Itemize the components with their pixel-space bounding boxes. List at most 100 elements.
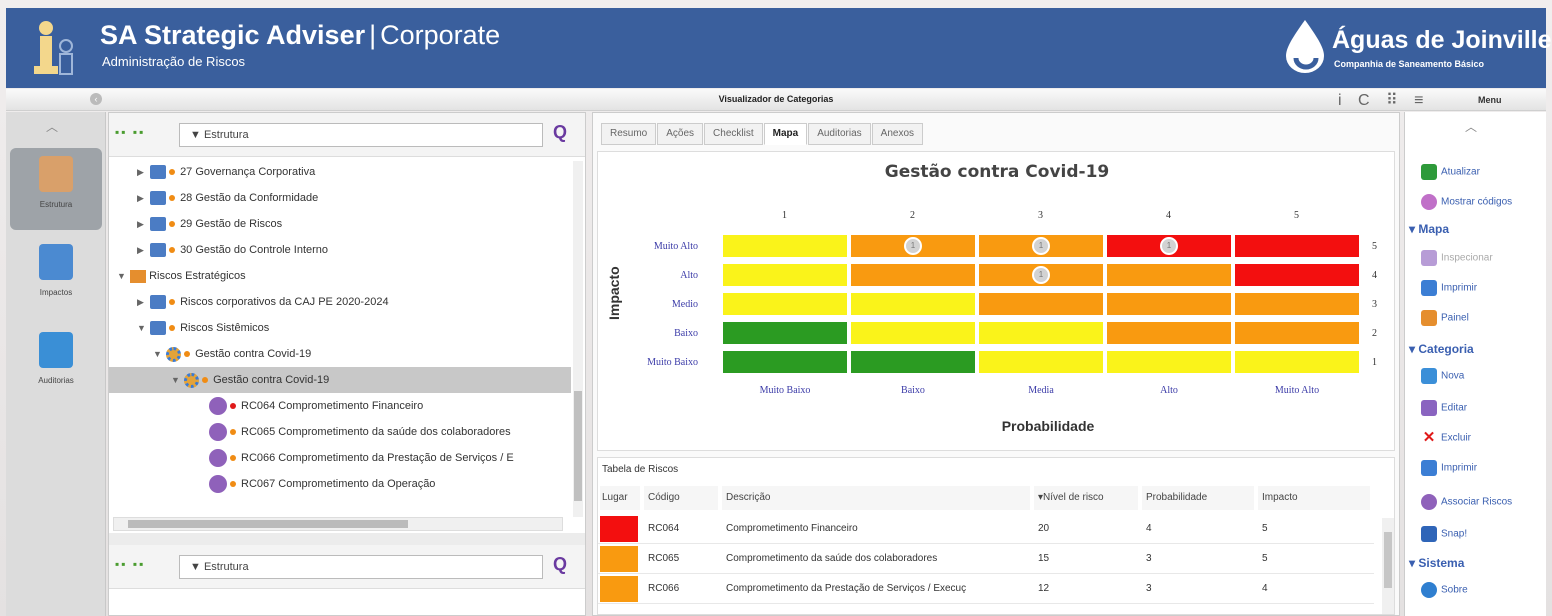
- heatmap-cell[interactable]: [1234, 321, 1360, 345]
- scroll-up-icon[interactable]: ︿: [46, 118, 58, 135]
- menu-imprimir-mapa[interactable]: Imprimir: [1421, 280, 1477, 296]
- tree-item-label: Riscos Estratégicos: [149, 270, 246, 282]
- menu-inspecionar[interactable]: Inspecionar: [1421, 250, 1493, 266]
- y-category-label: Medio: [671, 299, 698, 310]
- scroll-up-icon[interactable]: ︿: [1465, 118, 1477, 135]
- tree-horizontal-scrollbar[interactable]: [113, 517, 563, 531]
- cell-risk-level: 12: [1038, 583, 1050, 594]
- search-icon[interactable]: Q: [553, 554, 567, 575]
- tree-item-selected[interactable]: ▼ Gestão contra Covid-19: [109, 367, 571, 393]
- structure-select[interactable]: ▼ Estrutura: [179, 555, 543, 579]
- heatmap-cell[interactable]: [850, 263, 976, 287]
- bar-tool-icons[interactable]: i C ⠿ ≡: [1338, 90, 1430, 110]
- table-row[interactable]: RC066 Comprometimento da Prestação de Se…: [598, 574, 1374, 604]
- menu-nova[interactable]: Nova: [1421, 368, 1464, 384]
- tree-item[interactable]: RC064 Comprometimento Financeiro: [109, 393, 571, 419]
- menu-imprimir-categoria[interactable]: Imprimir: [1421, 460, 1477, 476]
- menu-section-label: Sistema: [1418, 556, 1465, 570]
- search-icon[interactable]: Q: [553, 122, 567, 143]
- tree-item[interactable]: RC066 Comprometimento da Prestação de Se…: [109, 445, 571, 471]
- risk-count-bubble[interactable]: 1: [904, 237, 922, 255]
- heatmap-cell[interactable]: [1106, 321, 1232, 345]
- x-category-label: Muito Baixo: [759, 385, 811, 396]
- menu-excluir[interactable]: ✕ Excluir: [1421, 430, 1471, 446]
- app-title-text: SA Strategic Adviser: [100, 20, 366, 50]
- menu-painel[interactable]: Painel: [1421, 310, 1469, 326]
- tree-item[interactable]: ▼ Riscos Sistêmicos: [109, 315, 571, 341]
- tree-item[interactable]: ▼ Riscos Estratégicos: [109, 263, 571, 289]
- tree-item[interactable]: ▶ 28 Gestão da Conformidade: [109, 185, 571, 211]
- building-icon: [150, 243, 167, 258]
- tab-anexos[interactable]: Anexos: [871, 123, 924, 145]
- menu-label[interactable]: Menu: [1478, 95, 1502, 105]
- heatmap-cell[interactable]: [1106, 263, 1232, 287]
- table-row[interactable]: RC065 Comprometimento da saúde dos colab…: [598, 544, 1374, 574]
- tree-item[interactable]: ▶ Riscos corporativos da CAJ PE 2020-202…: [109, 289, 571, 315]
- col-header-probabilidade[interactable]: Probabilidade: [1142, 486, 1254, 510]
- tab-acoes[interactable]: Ações: [657, 123, 704, 145]
- heatmap-cell[interactable]: [978, 292, 1104, 316]
- scroll-thumb[interactable]: [1384, 532, 1392, 588]
- tree-expand-icons[interactable]: ▪▪ ▪▪: [115, 557, 145, 571]
- menu-editar[interactable]: Editar: [1421, 400, 1467, 416]
- heatmap-cell[interactable]: [1234, 234, 1360, 258]
- tab-resumo[interactable]: Resumo: [601, 123, 657, 145]
- col-header-codigo[interactable]: Código: [644, 486, 718, 510]
- risk-count-bubble[interactable]: 1: [1032, 237, 1050, 255]
- risk-count-bubble[interactable]: 1: [1032, 266, 1050, 284]
- heatmap-cell[interactable]: [722, 321, 848, 345]
- heatmap-cell[interactable]: [722, 263, 848, 287]
- pane-splitter[interactable]: [109, 533, 585, 545]
- col-header-impacto[interactable]: Impacto: [1258, 486, 1370, 510]
- menu-section-sistema[interactable]: ▾ Sistema: [1409, 556, 1464, 570]
- heatmap-cell[interactable]: [978, 350, 1104, 374]
- heatmap-cell[interactable]: [722, 292, 848, 316]
- printer-icon: [1421, 460, 1437, 476]
- heatmap-cell[interactable]: [722, 234, 848, 258]
- col-header-descricao[interactable]: Descrição: [722, 486, 1030, 510]
- tab-mapa[interactable]: Mapa: [763, 123, 808, 145]
- heatmap-cell[interactable]: [1234, 292, 1360, 316]
- menu-associar-riscos[interactable]: Associar Riscos: [1421, 494, 1512, 510]
- menu-atualizar[interactable]: Atualizar: [1421, 164, 1480, 180]
- col-header-lugar[interactable]: Lugar: [600, 486, 640, 510]
- heatmap-cell[interactable]: [1234, 350, 1360, 374]
- tab-auditorias[interactable]: Auditorias: [808, 123, 871, 145]
- structure-select[interactable]: ▼ Estrutura: [179, 123, 543, 147]
- table-row[interactable]: RC064 Comprometimento Financeiro 20 4 5: [598, 514, 1374, 544]
- heatmap-cell[interactable]: [850, 292, 976, 316]
- tab-checklist[interactable]: Checklist: [704, 123, 763, 145]
- heatmap-cell[interactable]: [1106, 292, 1232, 316]
- tree-item[interactable]: RC067 Comprometimento da Operação: [109, 471, 571, 497]
- nav-item-auditorias[interactable]: Auditorias: [10, 324, 102, 406]
- scroll-thumb[interactable]: [574, 391, 582, 501]
- scroll-thumb[interactable]: [128, 520, 408, 528]
- heatmap-cell[interactable]: [1234, 263, 1360, 287]
- menu-section-categoria[interactable]: ▾ Categoria: [1409, 342, 1474, 356]
- tree-item[interactable]: RC065 Comprometimento da saúde dos colab…: [109, 419, 571, 445]
- col-header-nivel[interactable]: ▾Nível de risco: [1034, 486, 1138, 510]
- heatmap-cell[interactable]: [1106, 350, 1232, 374]
- nav-item-impactos[interactable]: Impactos: [10, 236, 102, 318]
- x-category-label: Alto: [1160, 385, 1178, 396]
- heatmap-cell[interactable]: [850, 321, 976, 345]
- heatmap-cell[interactable]: [850, 350, 976, 374]
- menu-snap[interactable]: Snap!: [1421, 526, 1467, 542]
- tree-item-label: 29 Gestão de Riscos: [180, 218, 283, 230]
- risk-table: Tabela de Riscos Lugar Código Descrição …: [597, 457, 1395, 615]
- heatmap-cell[interactable]: [722, 350, 848, 374]
- risk-count-bubble[interactable]: 1: [1160, 237, 1178, 255]
- tree-expand-icons[interactable]: ▪▪ ▪▪: [115, 125, 145, 139]
- tree-item[interactable]: ▶ 30 Gestão do Controle Interno: [109, 237, 571, 263]
- menu-sobre[interactable]: Sobre: [1421, 582, 1468, 598]
- nav-item-estrutura[interactable]: Estrutura: [10, 148, 102, 230]
- menu-mostrar-codigos[interactable]: Mostrar códigos: [1421, 194, 1512, 210]
- tree-item[interactable]: ▶ 27 Governança Corporativa: [109, 159, 571, 185]
- tree-item[interactable]: ▼ Gestão contra Covid-19: [109, 341, 571, 367]
- heatmap-cell[interactable]: [978, 321, 1104, 345]
- tree-vertical-scrollbar[interactable]: [573, 161, 583, 517]
- tree-item[interactable]: ▶ 29 Gestão de Riscos: [109, 211, 571, 237]
- table-scrollbar[interactable]: [1382, 518, 1394, 614]
- menu-section-mapa[interactable]: ▾ Mapa: [1409, 222, 1449, 236]
- info-icon: [1421, 582, 1437, 598]
